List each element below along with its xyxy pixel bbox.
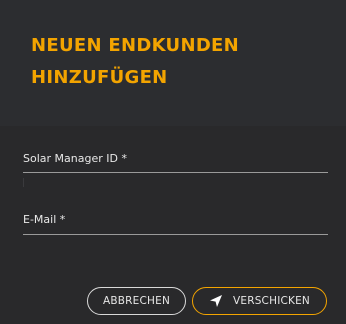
dialog-header: NEUEN ENDKUNDEN HINZUFÜGEN bbox=[0, 0, 346, 126]
field-hint-marker bbox=[23, 178, 30, 187]
solar-manager-id-field[interactable]: Solar Manager ID * bbox=[23, 152, 328, 173]
paper-plane-icon bbox=[209, 294, 223, 308]
cancel-button-label: ABBRECHEN bbox=[102, 295, 171, 307]
dialog-title-line-2: HINZUFÜGEN bbox=[31, 67, 168, 88]
solar-manager-id-underline bbox=[23, 172, 328, 173]
dialog-title: NEUEN ENDKUNDEN HINZUFÜGEN bbox=[31, 30, 271, 94]
cancel-button[interactable]: ABBRECHEN bbox=[87, 287, 186, 315]
send-button[interactable]: VERSCHICKEN bbox=[192, 287, 327, 315]
add-customer-dialog: NEUEN ENDKUNDEN HINZUFÜGEN Solar Manager… bbox=[0, 0, 346, 324]
solar-manager-id-input[interactable] bbox=[23, 154, 328, 170]
send-button-label: VERSCHICKEN bbox=[232, 295, 310, 307]
email-field[interactable]: E-Mail * bbox=[23, 213, 328, 235]
email-underline bbox=[23, 234, 328, 235]
dialog-title-line-1: NEUEN ENDKUNDEN bbox=[31, 35, 240, 56]
email-input[interactable] bbox=[23, 215, 328, 231]
